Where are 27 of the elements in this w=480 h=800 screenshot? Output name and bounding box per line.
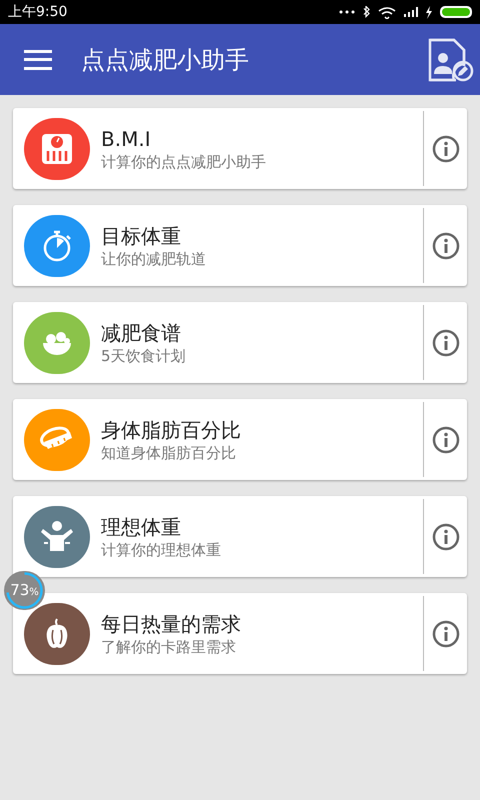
battery-icon <box>440 6 472 18</box>
card-title: 每日热量的需求 <box>101 610 242 636</box>
card-title: 理想体重 <box>101 514 182 540</box>
card-subtitle: 知道身体脂肪百分比 <box>101 442 237 462</box>
charging-icon <box>426 6 432 18</box>
app-title: 点点减肥小助手 <box>81 44 250 76</box>
card-subtitle: 计算你的点点减肥小助手 <box>101 152 267 172</box>
signal-icon <box>404 7 418 17</box>
feature-card[interactable]: 目标体重 让你的减肥轨道 <box>13 205 467 286</box>
profile-edit-icon[interactable] <box>428 38 474 82</box>
card-title: 减肥食谱 <box>101 320 182 346</box>
more-dots-icon <box>339 10 355 14</box>
feature-card[interactable]: B.M.I 计算你的点点减肥小助手 <box>13 108 467 189</box>
clock-time: 上午9:50 <box>8 2 68 22</box>
menu-icon[interactable] <box>24 50 52 70</box>
card-subtitle: 了解你的卡路里需求 <box>101 636 237 656</box>
feature-card[interactable]: 身体脂肪百分比 知道身体脂肪百分比 <box>13 399 467 480</box>
feature-card[interactable]: 理想体重 计算你的理想体重 <box>13 496 467 577</box>
card-subtitle: 计算你的理想体重 <box>101 540 222 560</box>
card-subtitle: 让你的减肥轨道 <box>101 248 207 268</box>
card-title: 身体脂肪百分比 <box>101 416 242 442</box>
feature-card[interactable]: 减肥食谱 5天饮食计划 <box>13 302 467 383</box>
card-title: 目标体重 <box>101 222 182 248</box>
card-title: B.M.I <box>101 126 152 152</box>
bluetooth-icon <box>363 6 370 18</box>
card-subtitle: 5天饮食计划 <box>101 346 187 366</box>
wifi-icon <box>378 5 396 19</box>
